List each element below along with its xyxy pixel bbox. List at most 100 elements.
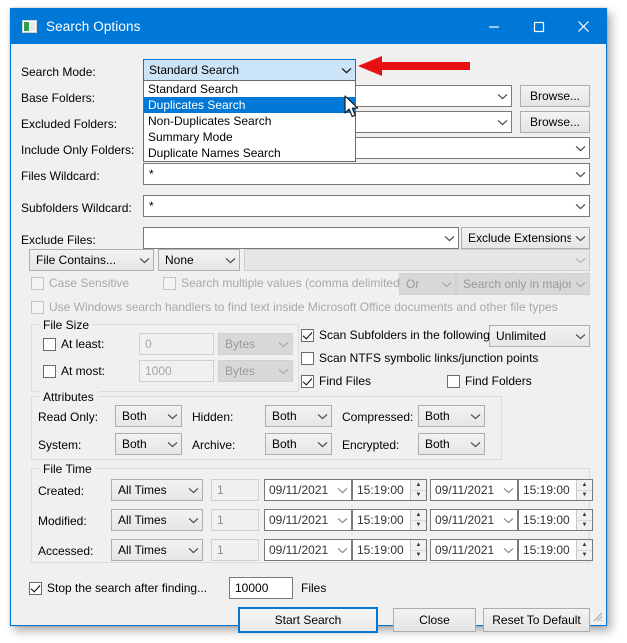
chevron-down-icon	[221, 257, 239, 264]
spinner-up-icon[interactable]: ▲	[411, 510, 426, 521]
spinner-down-icon[interactable]: ▼	[577, 521, 592, 531]
chevron-down-icon	[163, 441, 181, 448]
spinner-buttons[interactable]: ▲ ▼	[576, 480, 592, 500]
resize-grip-icon[interactable]	[591, 610, 603, 622]
size-at-least-checkbox[interactable]: At least:	[43, 337, 104, 351]
encrypted-combo[interactable]: Both	[418, 433, 485, 455]
dropdown-option-1[interactable]: Duplicates Search	[144, 97, 355, 113]
size-at-most-checkbox[interactable]: At most:	[43, 364, 105, 378]
scan-depth-combo[interactable]: Unlimited	[489, 325, 590, 347]
created-date-to[interactable]: 09/11/2021	[430, 479, 518, 501]
exclude-files-combo[interactable]	[143, 227, 459, 249]
stop-after-finding-checkbox[interactable]: Stop the search after finding...	[29, 581, 207, 595]
accessed-time-from-value: 15:19:00	[357, 543, 404, 557]
size-at-most-unit-combo[interactable]: Bytes	[218, 360, 293, 382]
spinner-down-icon[interactable]: ▼	[577, 491, 592, 501]
archive-value: Both	[272, 437, 297, 451]
spinner-up-icon[interactable]: ▲	[411, 540, 426, 551]
logic-operator-combo[interactable]: Or	[399, 273, 456, 295]
dropdown-option-0[interactable]: Standard Search	[144, 81, 355, 97]
chevron-down-icon	[184, 517, 202, 524]
search-multiple-values-checkbox[interactable]: Search multiple values (comma delimited)	[163, 276, 404, 290]
scan-ntfs-links-checkbox[interactable]: Scan NTFS symbolic links/junction points	[301, 351, 538, 365]
reset-to-default-button[interactable]: Reset To Default	[483, 608, 590, 632]
spinner-up-icon[interactable]: ▲	[577, 510, 592, 521]
windows-search-handlers-checkbox[interactable]: Use Windows search handlers to find text…	[31, 300, 558, 314]
spinner-buttons[interactable]: ▲ ▼	[576, 510, 592, 530]
accessed-time-from[interactable]: 15:19:00 ▲ ▼	[352, 539, 427, 561]
spinner-buttons[interactable]: ▲ ▼	[410, 480, 426, 500]
search-mode-combo[interactable]: Standard Search	[143, 59, 356, 81]
window-controls	[471, 9, 606, 44]
exclude-extensions-list-button[interactable]: Exclude Extensions List	[461, 227, 590, 249]
dropdown-option-3[interactable]: Summary Mode	[144, 129, 355, 145]
maximize-icon[interactable]	[516, 9, 561, 44]
file-contains-operator-combo[interactable]: None	[158, 249, 240, 271]
modified-count-input[interactable]: 1	[211, 509, 259, 531]
browse-base-folders-button[interactable]: Browse...	[520, 85, 590, 107]
created-label: Created:	[38, 484, 85, 498]
find-folders-checkbox[interactable]: Find Folders	[447, 374, 532, 388]
created-date-from[interactable]: 09/11/2021	[264, 479, 352, 501]
chevron-down-icon	[499, 487, 517, 494]
accessed-time-to[interactable]: 15:19:00 ▲ ▼	[518, 539, 593, 561]
search-mode-dropdown-list[interactable]: Standard Search Duplicates Search Non-Du…	[143, 80, 356, 162]
minimize-icon[interactable]	[471, 9, 516, 44]
size-at-most-input[interactable]: 1000	[139, 360, 214, 382]
app-icon	[22, 20, 37, 33]
accessed-count-input[interactable]: 1	[211, 539, 259, 561]
chevron-down-icon	[466, 413, 484, 420]
size-at-least-input[interactable]: 0	[139, 333, 214, 355]
spinner-up-icon[interactable]: ▲	[577, 480, 592, 491]
file-contains-operator-value: None	[165, 253, 194, 267]
created-count-input[interactable]: 1	[211, 479, 259, 501]
include-only-folders-label: Include Only Folders:	[21, 143, 135, 157]
browse-excluded-folders-button[interactable]: Browse...	[520, 111, 590, 133]
spinner-buttons[interactable]: ▲ ▼	[410, 510, 426, 530]
file-contains-mode-combo[interactable]: File Contains...	[29, 249, 154, 271]
close-icon[interactable]	[561, 9, 606, 44]
chevron-down-icon	[313, 413, 331, 420]
created-time-to[interactable]: 15:19:00 ▲ ▼	[518, 479, 593, 501]
modified-time-to[interactable]: 15:19:00 ▲ ▼	[518, 509, 593, 531]
spinner-down-icon[interactable]: ▼	[411, 491, 426, 501]
base-folders-label: Base Folders:	[21, 91, 96, 105]
modified-time-from[interactable]: 15:19:00 ▲ ▼	[352, 509, 427, 531]
spinner-buttons[interactable]: ▲ ▼	[576, 540, 592, 560]
hidden-combo[interactable]: Both	[265, 405, 332, 427]
compressed-combo[interactable]: Both	[418, 405, 485, 427]
created-mode-combo[interactable]: All Times	[111, 479, 203, 501]
stream-scope-combo[interactable]: Search only in major stre	[456, 273, 590, 295]
size-at-least-unit-combo[interactable]: Bytes	[218, 333, 293, 355]
dropdown-option-4[interactable]: Duplicate Names Search	[144, 145, 355, 161]
dropdown-option-2[interactable]: Non-Duplicates Search	[144, 113, 355, 129]
system-combo[interactable]: Both	[115, 433, 182, 455]
created-time-from[interactable]: 15:19:00 ▲ ▼	[352, 479, 427, 501]
case-sensitive-checkbox[interactable]: Case Sensitive	[31, 276, 129, 290]
accessed-date-to[interactable]: 09/11/2021	[430, 539, 518, 561]
scan-depth-value: Unlimited	[496, 329, 547, 343]
accessed-date-from[interactable]: 09/11/2021	[264, 539, 352, 561]
spinner-up-icon[interactable]: ▲	[577, 540, 592, 551]
archive-combo[interactable]: Both	[265, 433, 332, 455]
read-only-label: Read Only:	[38, 410, 99, 424]
start-search-button[interactable]: Start Search	[238, 607, 378, 633]
chevron-down-icon	[338, 67, 355, 74]
accessed-mode-combo[interactable]: All Times	[111, 539, 203, 561]
files-wildcard-combo[interactable]: *	[143, 163, 590, 185]
modified-date-to[interactable]: 09/11/2021	[430, 509, 518, 531]
find-files-checkbox[interactable]: Find Files	[301, 374, 371, 388]
modified-date-from[interactable]: 09/11/2021	[264, 509, 352, 531]
spinner-down-icon[interactable]: ▼	[411, 551, 426, 561]
spinner-down-icon[interactable]: ▼	[577, 551, 592, 561]
spinner-buttons[interactable]: ▲ ▼	[410, 540, 426, 560]
read-only-combo[interactable]: Both	[115, 405, 182, 427]
spinner-down-icon[interactable]: ▼	[411, 521, 426, 531]
modified-mode-combo[interactable]: All Times	[111, 509, 203, 531]
subfolders-wildcard-combo[interactable]: *	[143, 195, 590, 217]
stop-after-count-input[interactable]: 10000	[229, 577, 293, 599]
window-title: Search Options	[46, 19, 141, 34]
spinner-up-icon[interactable]: ▲	[411, 480, 426, 491]
file-contains-text-combo[interactable]	[244, 249, 590, 271]
close-button[interactable]: Close	[393, 608, 476, 632]
